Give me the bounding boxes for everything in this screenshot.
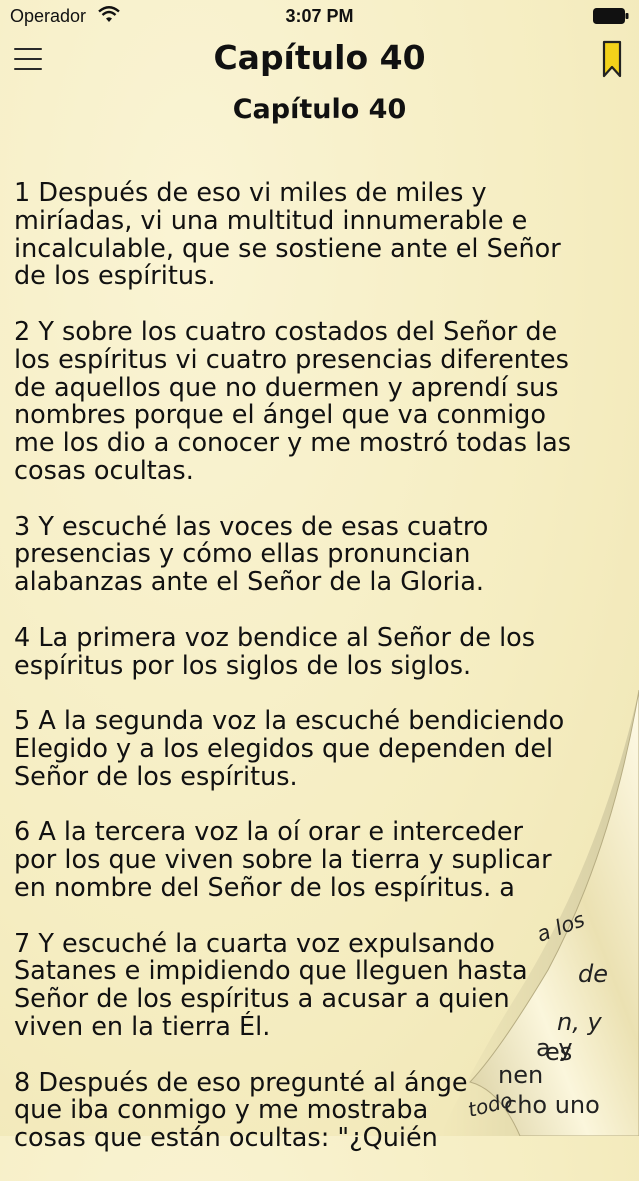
verse-line: cosas ocultas. xyxy=(14,455,194,486)
verse-line: 7 Y escuché la cuarta voz expulsando xyxy=(14,928,495,959)
verse-line: 5 A la segunda voz la escuché bendiciend… xyxy=(14,706,565,737)
verse-line: 8 Después de eso pregunté al ánge xyxy=(14,1067,468,1098)
verse-line: Elegido y a los elegidos que dependen de… xyxy=(14,733,554,764)
verse-line: Satanes e impidiendo que lleguen hasta xyxy=(14,956,528,987)
verse: 8 Después de eso pregunté al ánge que iba… xyxy=(14,1067,639,1154)
verse-line: 2 Y sobre los cuatro costados del Señor … xyxy=(14,316,558,347)
verse: 4 La primera voz bendice al Señor de los… xyxy=(14,622,639,681)
verse-line: en nombre del Señor de los espíritus. a xyxy=(14,872,515,903)
verse-line: 1 Después de eso vi miles de miles y xyxy=(14,178,487,208)
verse-line: los espíritus vi cuatro presencias difer… xyxy=(14,344,569,375)
verse-line: de aquellos que no duermen y aprendí sus xyxy=(14,372,559,403)
chapter-text: 1 Después de eso vi miles de miles y mirí… xyxy=(14,178,639,1181)
verse-line: nombres porque el ángel que va conmigo xyxy=(14,400,546,431)
verse-line: presencias y cómo ellas pronuncian xyxy=(14,539,471,570)
navigation-bar: Capítulo 40 xyxy=(0,34,639,90)
verse-line: incalculable, que se sostiene ante el Se… xyxy=(14,233,561,264)
verse-line: 3 Y escuché las voces de esas cuatro xyxy=(14,511,489,542)
verse: 1 Después de eso vi miles de miles y mirí… xyxy=(14,178,639,292)
verse-line: Señor de los espíritus. xyxy=(14,761,298,792)
verse-line: 6 A la tercera voz la oí orar e interced… xyxy=(14,817,524,848)
battery-icon xyxy=(593,8,629,24)
verse-line: por los que viven sobre la tierra y supl… xyxy=(14,845,552,876)
verse: 7 Y escuché la cuarta voz expulsando Sata… xyxy=(14,928,639,1042)
verse-line: espíritus por los siglos de los siglos. xyxy=(14,650,472,681)
verse-line: me los dio a conocer y me mostró todas l… xyxy=(14,428,572,459)
status-bar: Operador 3:07 PM xyxy=(0,0,639,34)
verse: 2 Y sobre los cuatro costados del Señor … xyxy=(14,316,639,486)
nav-title: Capítulo 40 xyxy=(213,38,426,77)
chapter-heading: Capítulo 40 xyxy=(232,94,407,125)
verse-line: que iba conmigo y me mostraba xyxy=(14,1095,429,1126)
verse-line: cosas que están ocultas: "¿Quién xyxy=(14,1123,438,1154)
verse-line: alabanzas ante el Señor de la Gloria. xyxy=(14,567,484,598)
verse: 6 A la tercera voz la oí orar e interced… xyxy=(14,819,639,902)
verse-line: viven en la tierra Él. xyxy=(14,1011,271,1042)
verse-line: Señor de los espíritus a acusar a quien xyxy=(14,984,510,1015)
verse-line: miríadas, vi una multitud innumerable e xyxy=(14,205,528,236)
verse-line: de los espíritus. xyxy=(14,261,216,292)
bookmark-icon[interactable] xyxy=(601,40,623,80)
verse: 3 Y escuché las voces de esas cuatro pres… xyxy=(14,511,639,598)
status-time: 3:07 PM xyxy=(285,6,354,26)
verse: 5 A la segunda voz la escuché bendiciend… xyxy=(14,706,639,792)
verse-line: 4 La primera voz bendice al Señor de los xyxy=(14,622,536,653)
